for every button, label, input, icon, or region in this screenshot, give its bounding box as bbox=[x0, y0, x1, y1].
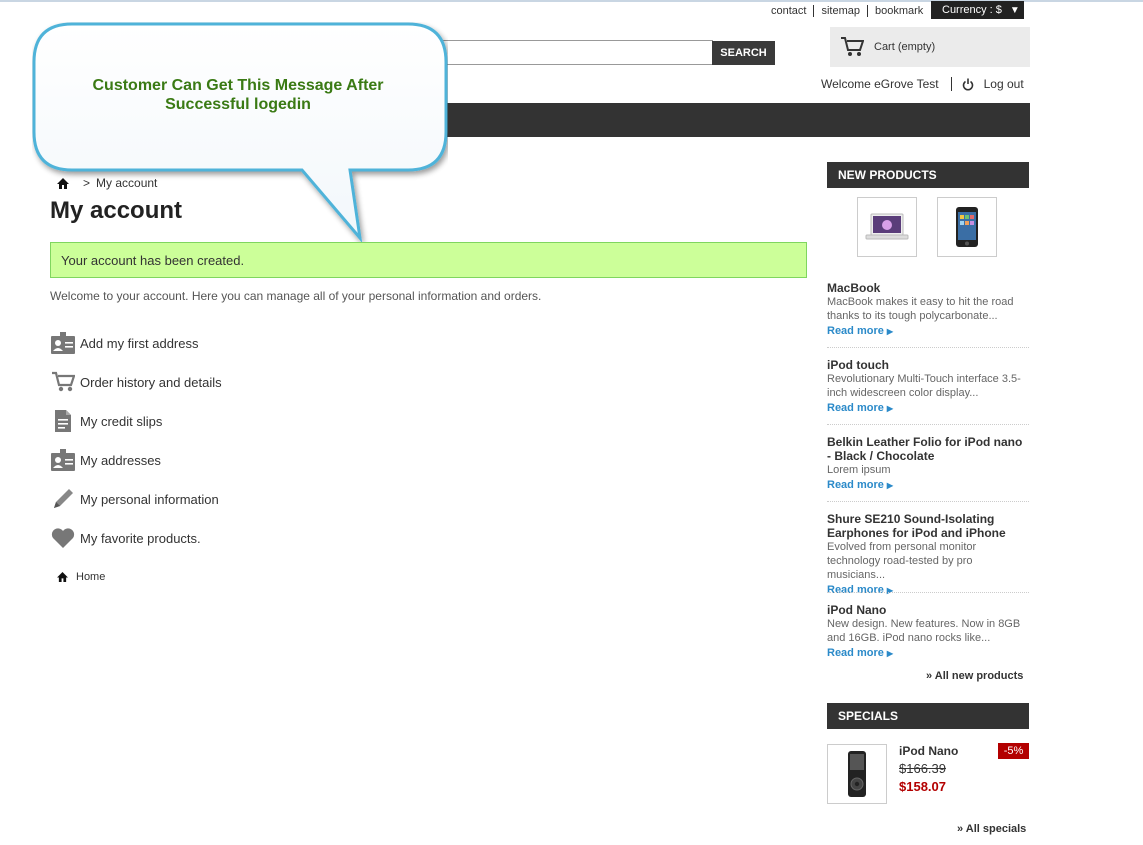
success-alert: Your account has been created. bbox=[50, 242, 807, 278]
contact-link[interactable]: contact bbox=[764, 5, 815, 17]
menu-label: My addresses bbox=[80, 452, 161, 468]
divider bbox=[950, 77, 952, 91]
laptop-image bbox=[865, 213, 909, 240]
all-specials-link[interactable]: » All specials bbox=[957, 823, 1026, 835]
phone-image bbox=[956, 207, 978, 247]
user-info: Welcome eGrove Test Log out bbox=[821, 77, 1024, 91]
breadcrumb-separator: > bbox=[83, 176, 91, 190]
breadcrumb: > My account bbox=[57, 176, 157, 190]
home-label: Home bbox=[76, 571, 106, 583]
special-price: $158.07 bbox=[899, 779, 946, 794]
document-icon bbox=[50, 408, 76, 434]
pencil-icon bbox=[50, 486, 76, 512]
home-icon bbox=[57, 572, 68, 582]
top-links: contact sitemap bookmark bbox=[764, 1, 930, 21]
divider bbox=[827, 592, 1029, 593]
divider bbox=[827, 424, 1029, 425]
cart-icon bbox=[50, 369, 76, 395]
logout-link[interactable]: Log out bbox=[962, 77, 1024, 91]
menu-label: My favorite products. bbox=[80, 530, 201, 546]
read-more-link[interactable]: Read more ▶ bbox=[827, 582, 1029, 599]
divider bbox=[827, 501, 1029, 502]
read-more-link[interactable]: Read more ▶ bbox=[827, 323, 1029, 340]
new-products-title: NEW PRODUCTS bbox=[827, 162, 1029, 188]
special-product-thumbnail[interactable] bbox=[827, 744, 887, 804]
product-description: MacBook makes it easy to hit the road th… bbox=[827, 296, 1014, 322]
product-item: iPod touch Revolutionary Multi-Touch int… bbox=[827, 358, 1029, 417]
specials-title: SPECIALS bbox=[827, 703, 1029, 729]
favorite-products-link[interactable]: My favorite products. bbox=[50, 525, 201, 551]
address-card-icon bbox=[50, 447, 76, 473]
currency-label: Currency : $ bbox=[942, 4, 1002, 16]
ipod-touch-thumbnail[interactable] bbox=[937, 197, 997, 257]
callout-message: Customer Can Get This Message After Succ… bbox=[92, 77, 384, 113]
currency-selector[interactable]: Currency : $ ▼ bbox=[931, 1, 1024, 19]
account-intro-text: Welcome to your account. Here you can ma… bbox=[50, 289, 542, 303]
product-description: New design. New features. Now in 8GB and… bbox=[827, 618, 1021, 644]
product-item: MacBook MacBook makes it easy to hit the… bbox=[827, 281, 1029, 340]
my-addresses-link[interactable]: My addresses bbox=[50, 447, 161, 473]
welcome-text: Welcome eGrove Test bbox=[821, 77, 939, 91]
product-description: Revolutionary Multi-Touch interface 3.5-… bbox=[827, 373, 1021, 399]
discount-badge: -5% bbox=[998, 743, 1029, 759]
home-link[interactable]: Home bbox=[57, 571, 105, 583]
sitemap-link[interactable]: sitemap bbox=[814, 5, 868, 17]
search-button[interactable]: SEARCH bbox=[712, 41, 775, 65]
power-icon bbox=[962, 78, 973, 90]
product-name[interactable]: MacBook bbox=[827, 281, 1029, 295]
macbook-thumbnail[interactable] bbox=[857, 197, 917, 257]
product-description: Evolved from personal monitor technology… bbox=[827, 541, 977, 581]
ipod-nano-image bbox=[848, 751, 866, 797]
product-name[interactable]: Belkin Leather Folio for iPod nano - Bla… bbox=[827, 435, 1029, 463]
read-more-link[interactable]: Read more ▶ bbox=[827, 645, 1029, 662]
product-description: Lorem ipsum bbox=[827, 464, 891, 476]
page-title: My account bbox=[50, 197, 183, 224]
menu-label: My personal information bbox=[80, 491, 219, 507]
product-item: Belkin Leather Folio for iPod nano - Bla… bbox=[827, 435, 1029, 494]
logout-label: Log out bbox=[983, 77, 1024, 91]
cart-label: Cart (empty) bbox=[874, 41, 936, 53]
main-navigation-bar bbox=[440, 103, 1030, 137]
product-name[interactable]: iPod touch bbox=[827, 358, 1029, 372]
heart-icon bbox=[50, 525, 76, 551]
product-item: Shure SE210 Sound-Isolating Earphones fo… bbox=[827, 512, 1029, 599]
breadcrumb-current: My account bbox=[96, 176, 158, 190]
read-more-link[interactable]: Read more ▶ bbox=[827, 400, 1029, 417]
cart-block[interactable]: Cart (empty) bbox=[830, 27, 1030, 67]
cart-icon bbox=[841, 37, 864, 56]
old-price: $166.39 bbox=[899, 761, 946, 776]
read-more-link[interactable]: Read more ▶ bbox=[827, 477, 1029, 494]
order-history-link[interactable]: Order history and details bbox=[50, 369, 222, 395]
product-name[interactable]: iPod Nano bbox=[827, 603, 1029, 617]
search-input[interactable] bbox=[440, 40, 713, 65]
menu-label: My credit slips bbox=[80, 413, 163, 429]
menu-label: Add my first address bbox=[80, 335, 199, 351]
add-first-address-link[interactable]: Add my first address bbox=[50, 330, 199, 356]
product-item: iPod Nano New design. New features. Now … bbox=[827, 603, 1029, 662]
personal-information-link[interactable]: My personal information bbox=[50, 486, 219, 512]
special-product-name[interactable]: iPod Nano bbox=[899, 744, 958, 758]
credit-slips-link[interactable]: My credit slips bbox=[50, 408, 162, 434]
caret-down-icon: ▼ bbox=[1009, 4, 1020, 16]
product-name[interactable]: Shure SE210 Sound-Isolating Earphones fo… bbox=[827, 512, 1029, 540]
divider bbox=[827, 347, 1029, 348]
bookmark-link[interactable]: bookmark bbox=[868, 5, 930, 17]
home-icon[interactable] bbox=[57, 177, 69, 189]
all-new-products-link[interactable]: » All new products bbox=[926, 670, 1023, 682]
menu-label: Order history and details bbox=[80, 374, 222, 390]
address-card-icon bbox=[50, 330, 76, 356]
